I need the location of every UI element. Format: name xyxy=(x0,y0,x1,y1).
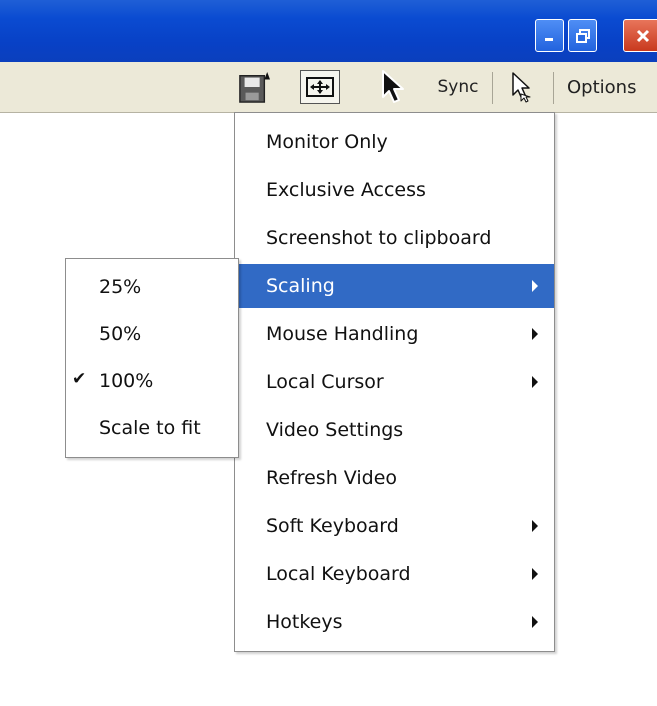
submenu-item-label: Scale to fit xyxy=(99,417,201,439)
submenu-item-label: 100% xyxy=(99,370,154,392)
options-label: Options xyxy=(567,76,637,98)
toolbar-separator xyxy=(553,72,554,104)
submenu-arrow-icon xyxy=(532,568,538,580)
menu-item-local-keyboard[interactable]: Local Keyboard xyxy=(235,552,554,596)
submenu-item-label: 25% xyxy=(99,276,142,298)
menu-item-label: Exclusive Access xyxy=(266,179,426,201)
minimize-button[interactable] xyxy=(535,19,564,52)
menu-item-screenshot-to-clipboard[interactable]: Screenshot to clipboard xyxy=(235,216,554,260)
cursor-mode-button[interactable] xyxy=(502,69,542,105)
sync-button[interactable]: Sync xyxy=(428,69,488,105)
menu-item-label: Monitor Only xyxy=(266,131,388,153)
submenu-item-100[interactable]: ✔ 100% xyxy=(66,359,238,403)
menu-item-mouse-handling[interactable]: Mouse Handling xyxy=(235,312,554,356)
toolbar-separator xyxy=(492,72,493,104)
close-button[interactable] xyxy=(623,19,657,52)
save-button[interactable] xyxy=(238,69,270,105)
restore-icon xyxy=(575,28,590,43)
menu-item-label: Local Cursor xyxy=(266,371,384,393)
menu-item-refresh-video[interactable]: Refresh Video xyxy=(235,456,554,500)
submenu-item-label: 50% xyxy=(99,323,142,345)
menu-item-local-cursor[interactable]: Local Cursor xyxy=(235,360,554,404)
mouse-cursor-icon xyxy=(382,70,404,103)
submenu-arrow-icon xyxy=(532,328,538,340)
menu-item-label: Mouse Handling xyxy=(266,323,419,345)
sync-label: Sync xyxy=(437,77,479,97)
menu-item-video-settings[interactable]: Video Settings xyxy=(235,408,554,452)
title-bar xyxy=(0,0,657,62)
options-dropdown-menu: Monitor Only Exclusive Access Screenshot… xyxy=(234,112,555,652)
menu-item-label: Hotkeys xyxy=(266,611,343,633)
submenu-item-scale-to-fit[interactable]: Scale to fit xyxy=(66,406,238,450)
save-icon xyxy=(239,71,270,103)
minimize-icon xyxy=(544,37,553,41)
menu-item-label: Soft Keyboard xyxy=(266,515,399,537)
check-icon: ✔ xyxy=(72,369,87,389)
menu-item-soft-keyboard[interactable]: Soft Keyboard xyxy=(235,504,554,548)
menu-item-label: Video Settings xyxy=(266,419,404,441)
restore-button[interactable] xyxy=(568,19,597,52)
menu-item-scaling[interactable]: Scaling xyxy=(235,264,554,308)
submenu-item-25[interactable]: 25% xyxy=(66,265,238,309)
toolbar: Sync Options xyxy=(0,62,657,113)
submenu-arrow-icon xyxy=(532,616,538,628)
menu-item-exclusive-access[interactable]: Exclusive Access xyxy=(235,168,554,212)
cursor-outline-icon xyxy=(512,72,531,103)
scaling-submenu: 25% 50% ✔ 100% Scale to fit xyxy=(65,258,239,458)
menu-item-label: Refresh Video xyxy=(266,467,398,489)
submenu-arrow-icon xyxy=(532,280,538,292)
fit-screen-icon xyxy=(306,77,334,97)
menu-item-label: Scaling xyxy=(266,275,335,297)
submenu-arrow-icon xyxy=(532,376,538,388)
menu-item-monitor-only[interactable]: Monitor Only xyxy=(235,120,554,164)
mouse-cursor-button[interactable] xyxy=(374,69,414,105)
menu-item-label: Local Keyboard xyxy=(266,563,411,585)
options-button[interactable]: Options xyxy=(567,69,657,105)
submenu-arrow-icon xyxy=(532,520,538,532)
submenu-item-50[interactable]: 50% xyxy=(66,312,238,356)
menu-item-label: Screenshot to clipboard xyxy=(266,227,492,249)
menu-item-hotkeys[interactable]: Hotkeys xyxy=(235,600,554,644)
close-icon xyxy=(636,29,650,42)
fit-screen-button[interactable] xyxy=(300,70,340,104)
